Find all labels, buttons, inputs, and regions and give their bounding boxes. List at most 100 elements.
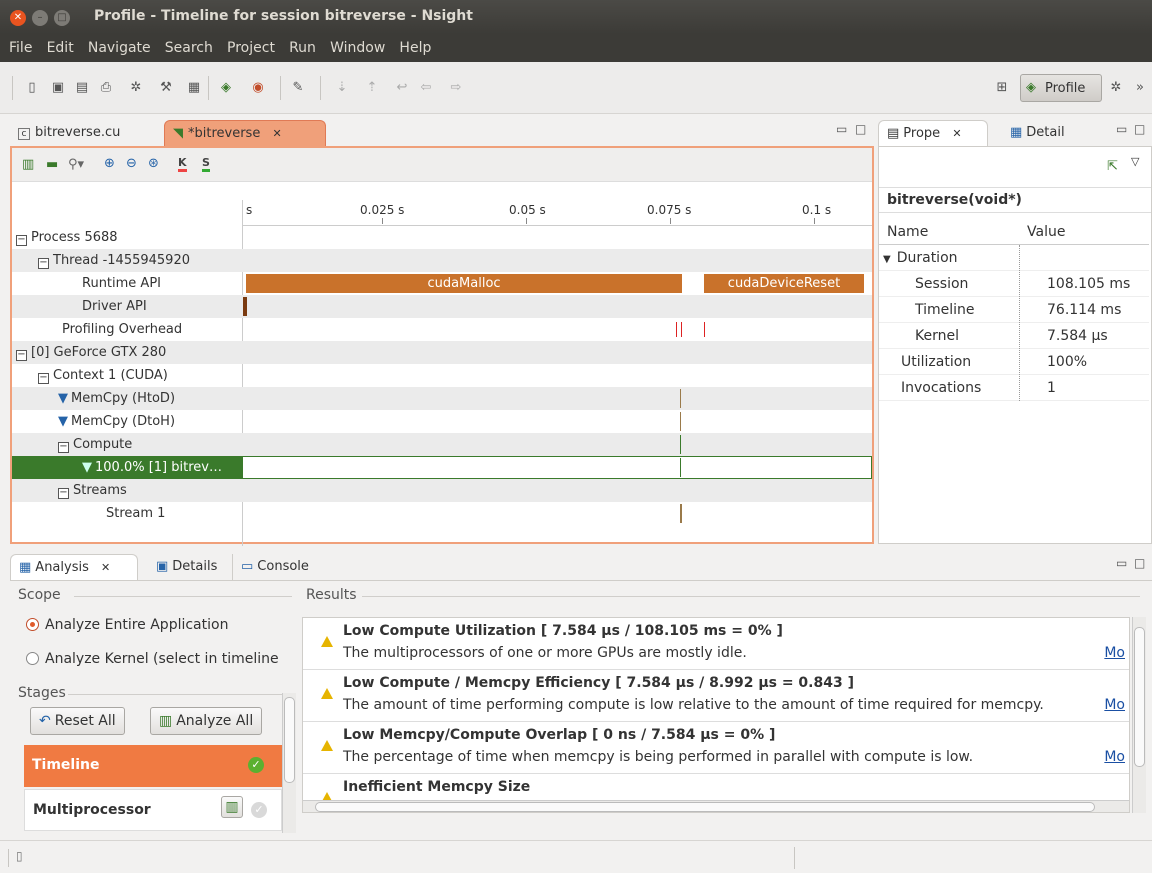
minimize-icon[interactable]: ▭ — [836, 122, 847, 136]
menu-search[interactable]: Search — [160, 34, 218, 56]
back-icon[interactable]: ⇦ — [418, 80, 434, 96]
row-context[interactable]: − Context 1 (CUDA) — [12, 364, 872, 387]
next-annotation-icon[interactable]: ⇣ — [334, 80, 350, 96]
stages-scrollbar[interactable] — [282, 693, 296, 833]
prev-annotation-icon[interactable]: ⇡ — [364, 80, 380, 96]
row-memcpy-htod[interactable]: ▼ MemCpy (HtoD) — [12, 387, 872, 410]
results-vertical-scrollbar[interactable] — [1132, 617, 1146, 813]
scrollbar-thumb[interactable] — [284, 697, 295, 783]
row-profiling-overhead[interactable]: Profiling Overhead — [12, 318, 872, 341]
tab-detail[interactable]: ▦ Detail — [1002, 120, 1073, 146]
print-icon[interactable]: ⎙ — [98, 80, 114, 96]
driver-api-mark[interactable] — [243, 297, 247, 316]
scope-kernel-radio[interactable]: Analyze Kernel (select in timeline — [26, 651, 279, 667]
property-row-invocations[interactable]: Invocations 1 — [879, 375, 1149, 401]
row-kernel-selected[interactable]: ▼ 100.0% [1] bitrev… — [12, 456, 872, 479]
zoom-out-icon[interactable]: ⊖ — [126, 156, 137, 171]
save-all-icon[interactable]: ▤ — [74, 80, 90, 96]
collapse-icon[interactable]: − — [38, 258, 49, 269]
pin-icon[interactable]: ⇱ — [1107, 159, 1118, 174]
scope-entire-application-radio[interactable]: Analyze Entire Application — [26, 617, 228, 633]
maximize-window-icon[interactable]: □ — [54, 10, 70, 26]
close-window-icon[interactable]: ✕ — [10, 10, 26, 26]
row-driver-api[interactable]: Driver API — [12, 295, 872, 318]
stage-timeline[interactable]: Timeline ✓ — [24, 745, 282, 787]
open-perspective-icon[interactable]: ⊞ — [994, 80, 1010, 96]
more-link[interactable]: Mo — [1104, 645, 1125, 661]
collapse-icon[interactable]: − — [16, 235, 27, 246]
overhead-mark[interactable] — [681, 322, 682, 337]
expand-triangle-icon[interactable]: ▼ — [883, 254, 891, 265]
stream-icon[interactable]: S — [202, 156, 210, 172]
cuda-device-reset-bar[interactable]: cudaDeviceReset — [704, 274, 864, 293]
collapse-icon[interactable]: − — [58, 488, 69, 499]
profile-run-icon[interactable]: ◈ — [218, 80, 234, 96]
more-link[interactable]: Mo — [1104, 749, 1125, 765]
menu-run[interactable]: Run — [284, 34, 321, 56]
save-icon[interactable]: ▣ — [50, 80, 66, 96]
memcpy-mark[interactable] — [680, 412, 681, 431]
kernel-icon[interactable]: K — [178, 156, 187, 172]
memcpy-mark[interactable] — [680, 389, 681, 408]
menu-window[interactable]: Window — [325, 34, 390, 56]
tab-bitreverse-cu[interactable]: c bitreverse.cu — [10, 120, 128, 146]
property-row-duration[interactable]: ▼ Duration — [879, 245, 1149, 271]
minimize-window-icon[interactable]: – — [32, 10, 48, 26]
property-row-session[interactable]: Session 108.105 ms — [879, 271, 1149, 297]
row-stream-1[interactable]: Stream 1 — [12, 502, 872, 525]
row-runtime-api[interactable]: Runtime API cudaMalloc cudaDeviceReset — [12, 272, 872, 295]
fast-view-icon[interactable]: ▯ — [16, 849, 23, 863]
kernel-mark[interactable] — [680, 458, 681, 477]
property-row-kernel[interactable]: Kernel 7.584 µs — [879, 323, 1149, 349]
overhead-mark[interactable] — [676, 322, 677, 337]
result-item[interactable]: Low Compute / Memcpy Efficiency [ 7.584 … — [303, 670, 1129, 722]
more-perspectives-icon[interactable]: » — [1132, 80, 1148, 96]
row-streams[interactable]: − Streams — [12, 479, 872, 502]
scrollbar-thumb[interactable] — [315, 802, 1095, 812]
result-item[interactable]: Low Memcpy/Compute Overlap [ 0 ns / 7.58… — [303, 722, 1129, 774]
run-icon[interactable]: ◉ — [250, 80, 266, 96]
minimize-icon[interactable]: ▭ — [1116, 556, 1127, 570]
maximize-icon[interactable]: □ — [1134, 122, 1145, 136]
property-row-timeline[interactable]: Timeline 76.114 ms — [879, 297, 1149, 323]
binary-icon[interactable]: ▦ — [186, 80, 202, 96]
filter-icon[interactable]: ⚲▾ — [68, 157, 84, 172]
tab-bitreverse-profile[interactable]: ◥ *bitreverse ✕ — [164, 120, 326, 146]
collapse-icon[interactable]: − — [58, 442, 69, 453]
analyze-all-button[interactable]: ▥ Analyze All — [150, 707, 263, 735]
debug-perspective-icon[interactable]: ✲ — [1108, 80, 1124, 96]
chart-icon[interactable]: ▥ — [22, 157, 34, 172]
tab-analysis[interactable]: ▦ Analysis ✕ — [10, 554, 138, 580]
menu-help[interactable]: Help — [394, 34, 436, 56]
zoom-in-icon[interactable]: ⊕ — [104, 156, 115, 171]
property-row-utilization[interactable]: Utilization 100% — [879, 349, 1149, 375]
close-icon[interactable]: ✕ — [952, 127, 961, 140]
collapse-icon[interactable]: − — [38, 373, 49, 384]
menu-project[interactable]: Project — [222, 34, 280, 56]
view-menu-icon[interactable]: ▽ — [1131, 155, 1139, 168]
reset-all-button[interactable]: ↶ Reset All — [30, 707, 125, 735]
menu-file[interactable]: File — [4, 34, 37, 56]
tab-properties[interactable]: ▤ Prope ✕ — [878, 120, 988, 146]
collapse-icon[interactable]: − — [16, 350, 27, 361]
cuda-malloc-bar[interactable]: cudaMalloc — [246, 274, 682, 293]
external-tools-icon[interactable]: ✎ — [290, 80, 306, 96]
build-icon[interactable]: ⚒ — [158, 80, 174, 96]
row-compute[interactable]: − Compute — [12, 433, 872, 456]
row-memcpy-dtoh[interactable]: ▼ MemCpy (DtoH) — [12, 410, 872, 433]
minimize-icon[interactable]: ▭ — [1116, 122, 1127, 136]
result-item[interactable]: Low Compute Utilization [ 7.584 µs / 108… — [303, 618, 1129, 670]
more-link[interactable]: Mo — [1104, 697, 1125, 713]
row-thread[interactable]: − Thread -1455945920 — [12, 249, 872, 272]
bar-chart-icon[interactable]: ▬ — [46, 157, 58, 172]
new-icon[interactable]: ▯ — [24, 80, 40, 96]
zoom-fit-icon[interactable]: ⊛ — [148, 156, 159, 171]
scrollbar-thumb[interactable] — [1134, 627, 1145, 767]
row-gpu[interactable]: − [0] GeForce GTX 280 — [12, 341, 872, 364]
forward-icon[interactable]: ⇨ — [448, 80, 464, 96]
stream-mark[interactable] — [680, 504, 682, 523]
compute-mark[interactable] — [680, 435, 681, 454]
maximize-icon[interactable]: □ — [855, 122, 866, 136]
row-process[interactable]: − Process 5688 — [12, 226, 872, 249]
close-icon[interactable]: ✕ — [272, 127, 281, 140]
